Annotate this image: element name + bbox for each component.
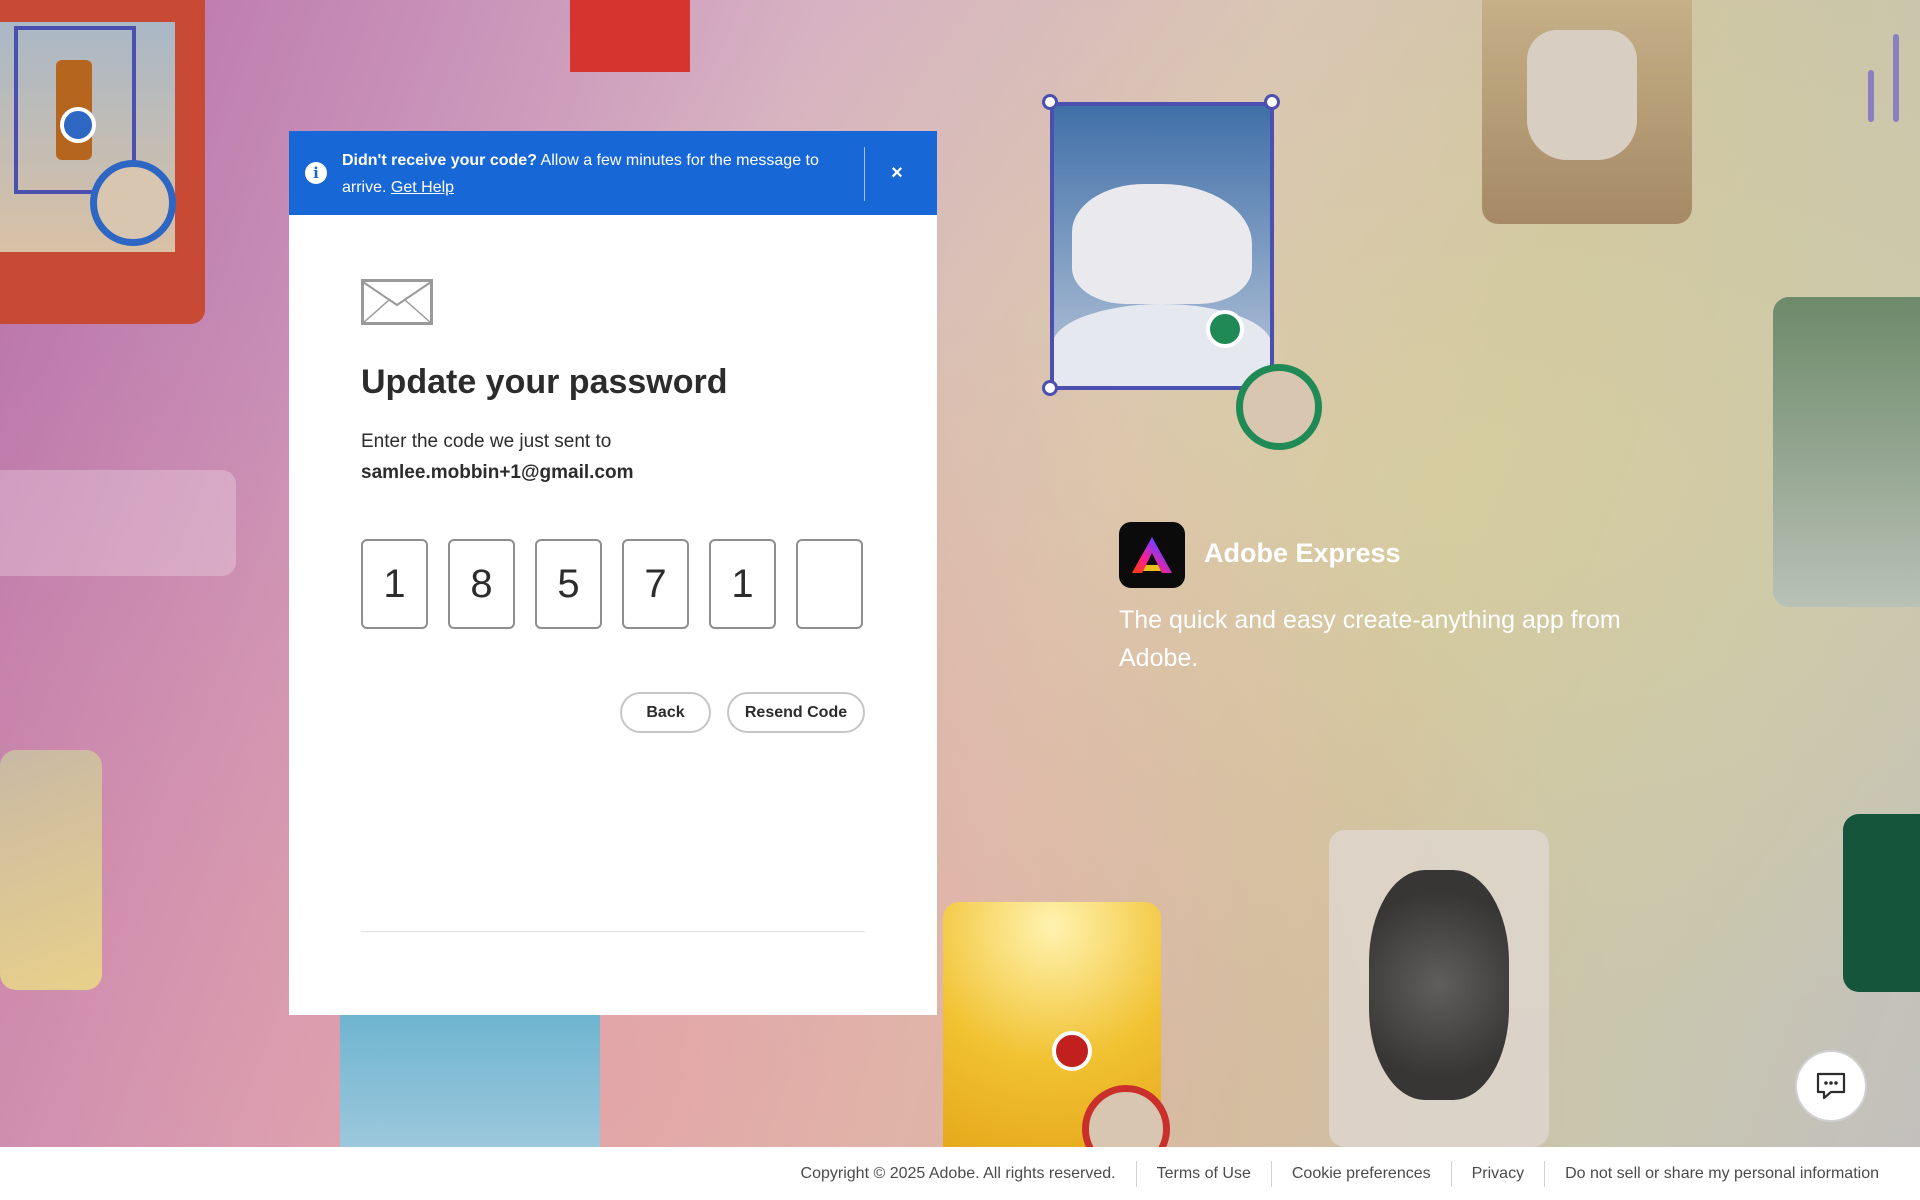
bg-tile-coffee — [1482, 0, 1692, 224]
bg-dot — [1052, 1031, 1092, 1071]
bg-handle — [1042, 380, 1058, 396]
code-digit-4[interactable] — [622, 539, 689, 629]
chat-button[interactable] — [1795, 1050, 1867, 1122]
info-toast: i Didn't receive your code? Allow a few … — [289, 131, 937, 215]
bg-tile-portrait — [0, 750, 102, 990]
code-input-group — [361, 539, 863, 629]
code-digit-1[interactable] — [361, 539, 428, 629]
password-dialog: i Didn't receive your code? Allow a few … — [289, 131, 937, 1015]
brand-name: Adobe Express — [1204, 538, 1401, 568]
terms-link[interactable]: Terms of Use — [1137, 1165, 1271, 1183]
envelope-icon — [361, 279, 433, 325]
privacy-link[interactable]: Privacy — [1452, 1165, 1544, 1183]
bg-avatar — [1236, 364, 1322, 450]
bg-tile-chrome-art — [1329, 830, 1549, 1147]
recipient-email: samlee.mobbin+1@gmail.com — [361, 462, 634, 483]
do-not-sell-link[interactable]: Do not sell or share my personal informa… — [1545, 1165, 1879, 1183]
chat-bubble-icon — [1816, 1072, 1846, 1100]
footer: Copyright © 2025 Adobe. All rights reser… — [0, 1147, 1920, 1200]
toast-divider — [864, 147, 865, 201]
cookie-preferences-link[interactable]: Cookie preferences — [1272, 1165, 1451, 1183]
code-instructions: Enter the code we just sent to — [361, 431, 612, 452]
get-help-link[interactable]: Get Help — [391, 179, 454, 196]
bg-selection-frame-sneaker — [1050, 102, 1274, 390]
bg-dot — [60, 107, 96, 143]
code-digit-2[interactable] — [448, 539, 515, 629]
bg-placeholder-panel — [0, 470, 236, 576]
bg-tile-fashion — [340, 1015, 600, 1147]
bg-handle — [1042, 94, 1058, 110]
code-digit-5[interactable] — [709, 539, 776, 629]
copyright-text: Copyright © 2025 Adobe. All rights reser… — [800, 1164, 1116, 1182]
bg-handle — [1264, 94, 1280, 110]
toast-bold-text: Didn't receive your code? — [342, 152, 537, 169]
close-icon[interactable]: × — [885, 161, 909, 185]
resend-code-button[interactable]: Resend Code — [727, 692, 865, 733]
bg-dot — [1206, 310, 1244, 348]
bg-bar — [1868, 70, 1874, 122]
adobe-express-logo — [1119, 522, 1185, 588]
toast-message: Didn't receive your code? Allow a few mi… — [342, 147, 862, 201]
info-icon: i — [305, 162, 327, 184]
bg-avatar — [90, 160, 176, 246]
page-title: Update your password — [361, 363, 728, 401]
code-digit-6[interactable] — [796, 539, 863, 629]
code-digit-3[interactable] — [535, 539, 602, 629]
adobe-express-logo-icon — [1132, 537, 1172, 573]
bg-bar — [1893, 34, 1899, 122]
bg-shape-arch — [570, 0, 690, 72]
bg-tile-brand-green — [1843, 814, 1920, 992]
brand-tagline: The quick and easy create-anything app f… — [1119, 606, 1621, 672]
back-button[interactable]: Back — [620, 692, 711, 733]
dialog-divider — [361, 931, 865, 932]
bg-tile-house — [1773, 297, 1920, 607]
